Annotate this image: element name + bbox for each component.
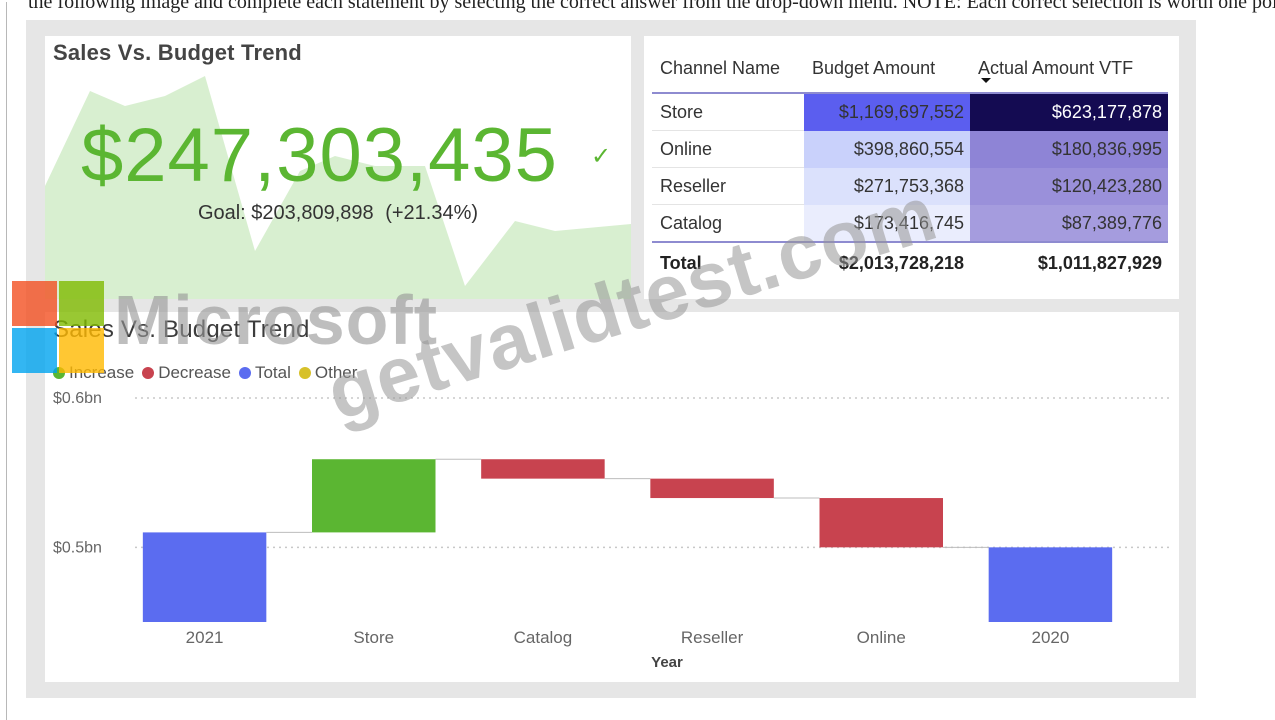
waterfall-bar [988,547,1113,622]
page-border [6,2,7,720]
kpi-value: $247,303,435 [81,113,558,198]
question-text: the following image and complete each st… [28,0,1275,13]
legend-item-decrease[interactable]: Decrease [142,363,231,383]
waterfall-bar [650,478,774,499]
x-tick-label: 2021 [186,628,224,647]
column-header-channel[interactable]: Channel Name [660,48,780,88]
table-row[interactable]: Online $398,860,554 $180,836,995 [652,131,1168,168]
waterfall-bar [312,459,436,533]
kpi-goal-percent: (+21.34%) [385,202,479,224]
waterfall-bar [819,498,943,548]
kpi-card[interactable]: Sales Vs. Budget Trend $247,303,435 ✓ Go… [45,36,631,299]
report-canvas: Sales Vs. Budget Trend $247,303,435 ✓ Go… [26,20,1196,698]
legend-dot-decrease [142,367,155,379]
question-text-strip: the following image and complete each st… [0,0,1275,14]
cell-budget: $1,169,697,552 [804,94,970,131]
cell-channel: Store [660,102,704,122]
waterfall-chart-card[interactable]: $0.5bn $0.6bn 2021 Store Catalog Reseller Onli… [45,312,1179,682]
logo-square-blue [12,328,57,373]
x-axis-title: Year [651,654,683,671]
table-row[interactable]: Store $1,169,697,552 $623,177,878 [652,94,1168,131]
cell-channel: Reseller [660,176,727,196]
waterfall-bar [142,532,267,622]
x-tick-label: Store [353,628,394,647]
total-actual: $1,011,827,929 [1037,253,1162,273]
legend-item-total[interactable]: Total [238,363,291,383]
kpi-title: Sales Vs. Budget Trend [53,40,302,65]
legend-label-decrease: Decrease [158,363,231,382]
column-header-budget[interactable]: Budget Amount [812,48,935,88]
sort-descending-icon[interactable] [981,78,991,83]
cell-budget: $398,860,554 [804,131,970,168]
cell-actual: $120,423,280 [970,168,1168,205]
cell-actual: $180,836,995 [970,131,1168,168]
logo-square-green [59,281,104,326]
logo-square-red [12,281,57,326]
logo-square-yellow [59,328,104,373]
checkmark-icon: ✓ [591,143,612,170]
cell-actual: $623,177,878 [970,94,1168,131]
microsoft-logo [12,281,104,373]
legend-dot-other [298,367,311,379]
cell-channel: Online [660,139,713,159]
x-tick-label: 2020 [1032,628,1070,647]
cell-actual: $87,389,776 [970,205,1168,242]
x-tick-label: Reseller [681,628,744,647]
waterfall-bar [481,459,605,479]
column-header-actual[interactable]: Actual Amount VTF [978,48,1133,88]
x-tick-label: Catalog [514,628,573,647]
legend-label-total: Total [254,363,291,382]
kpi-goal-label: Goal: $203,809,898 [197,202,374,224]
y-tick-label: $0.6bn [53,390,102,407]
kpi-goal: Goal: $203,809,898 (+21.34%) [45,202,631,225]
legend-dot-total [238,367,251,379]
x-tick-label: Online [857,628,906,647]
y-tick-label: $0.5bn [53,539,102,556]
